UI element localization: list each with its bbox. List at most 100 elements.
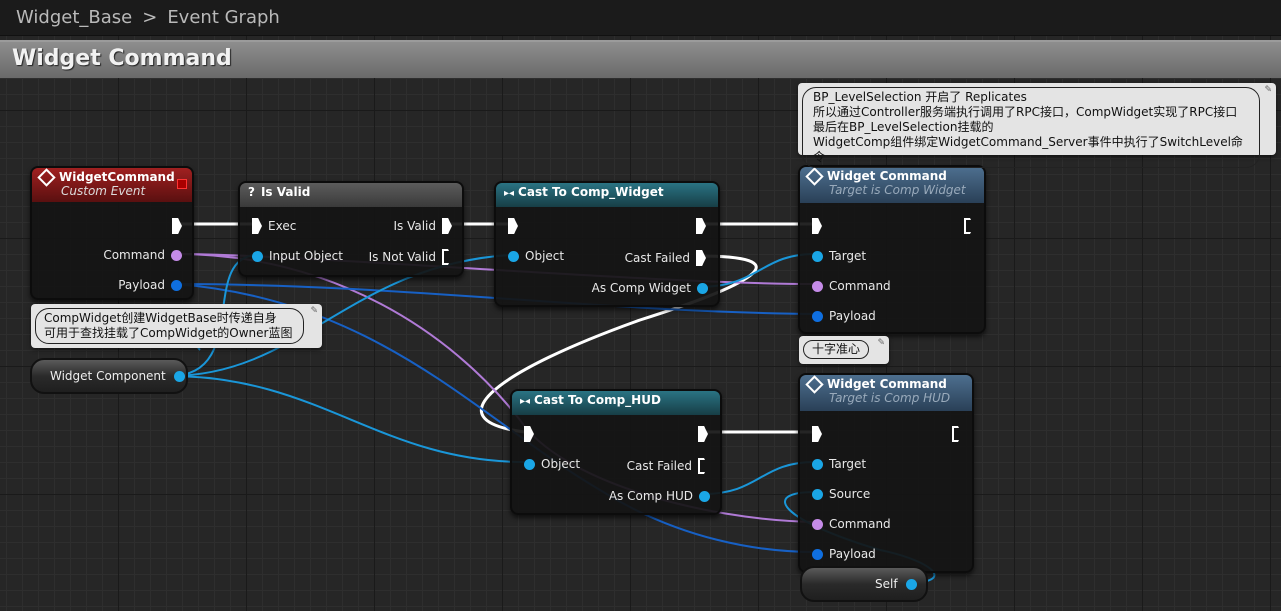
comment-line: 最后在BP_LevelSelection挂载的	[813, 120, 994, 134]
object-pin-icon	[252, 250, 263, 262]
target-pin[interactable]: Target	[812, 457, 866, 471]
exec-icon	[524, 426, 534, 442]
object-pin-icon	[812, 458, 823, 470]
object-pin-icon	[524, 458, 535, 470]
object-pin-icon	[173, 370, 185, 382]
custom-event-node[interactable]: WidgetCommand Custom Event Command Paylo…	[30, 166, 194, 300]
payload-label: Payload	[829, 309, 876, 323]
exec-in-pin[interactable]	[812, 426, 822, 442]
name-pin-icon	[171, 249, 182, 261]
is-valid-node[interactable]: ? Is Valid Exec Input Object Is Valid Is …	[238, 181, 464, 277]
comment-replicates[interactable]: BP_LevelSelection 开启了 Replicates 所以通过Con…	[798, 83, 1276, 168]
object-label: Object	[525, 249, 565, 263]
exec-in-pin[interactable]	[508, 218, 518, 234]
widget-command-call-hud-node[interactable]: Widget Command Target is Comp HUD Target…	[798, 373, 974, 573]
function-icon	[805, 375, 824, 394]
as-comp-widget-label: As Comp Widget	[591, 281, 691, 295]
pin-icon[interactable]: ✎	[877, 338, 885, 348]
exec-icon	[696, 250, 706, 266]
cast-failed-label: Cast Failed	[626, 459, 692, 473]
exec-in-pin[interactable]	[812, 218, 822, 234]
custom-event-subtitle: Custom Event	[61, 184, 146, 198]
cast-failed-pin[interactable]: Cast Failed	[625, 250, 706, 266]
exec-icon	[698, 458, 708, 474]
exec-icon	[442, 249, 452, 265]
is-valid-header: ? Is Valid	[240, 183, 462, 207]
exec-out-pin[interactable]	[172, 218, 182, 234]
object-pin-icon	[812, 250, 823, 262]
object-in-pin[interactable]: Object	[524, 457, 580, 471]
exec-in-pin[interactable]	[524, 426, 534, 442]
source-pin[interactable]: Source	[812, 487, 870, 501]
name-pin-icon	[812, 518, 823, 530]
exec-icon	[952, 426, 962, 442]
exec-icon	[964, 218, 974, 234]
object-pin-icon	[508, 250, 519, 262]
payload-label: Payload	[829, 547, 876, 561]
command-in-pin[interactable]: Command	[812, 517, 891, 531]
exec-icon	[812, 218, 822, 234]
self-getter[interactable]: Self	[800, 566, 928, 602]
widget-command-call-widget-node[interactable]: Widget Command Target is Comp Widget Tar…	[798, 165, 986, 334]
pin-icon[interactable]: ✎	[1264, 85, 1272, 95]
comment-crosshair[interactable]: 十字准心 ✎	[799, 336, 889, 364]
command-label: Command	[829, 279, 891, 293]
exec-out-pin[interactable]	[952, 426, 962, 442]
as-comp-widget-pin[interactable]: As Comp Widget	[592, 281, 708, 295]
object-pin-icon	[812, 488, 823, 500]
call-widget-title: Widget Command	[827, 169, 947, 183]
struct-pin-icon	[812, 548, 823, 560]
comment-line: BP_LevelSelection 开启了 Replicates	[813, 90, 1027, 104]
struct-pin-icon	[171, 279, 182, 291]
exec-icon	[172, 218, 182, 234]
as-comp-hud-pin[interactable]: As Comp HUD	[609, 489, 710, 503]
exec-out-pin[interactable]	[698, 426, 708, 442]
input-object-pin[interactable]: Input Object	[252, 249, 343, 263]
name-pin-icon	[812, 280, 823, 292]
call-hud-subtitle: Target is Comp HUD	[829, 391, 951, 405]
exec-icon	[442, 218, 452, 234]
is-valid-title: Is Valid	[260, 185, 311, 199]
cast-to-comp-hud-node[interactable]: ▸◂ Cast To Comp_HUD Object Cast Failed As…	[510, 389, 722, 515]
pin-icon[interactable]: ✎	[310, 306, 318, 316]
exec-icon	[812, 426, 822, 442]
payload-in-pin[interactable]: Payload	[812, 309, 876, 323]
comment-bubble: 十字准心	[803, 340, 869, 359]
as-comp-hud-label: As Comp HUD	[608, 489, 693, 503]
object-label: Object	[541, 457, 581, 471]
target-pin[interactable]: Target	[812, 249, 866, 263]
object-wire	[169, 375, 526, 463]
command-in-pin[interactable]: Command	[812, 279, 891, 293]
question-icon: ?	[248, 185, 255, 199]
cast-hud-header: ▸◂ Cast To Comp_HUD	[512, 391, 720, 415]
cast-icon: ▸◂	[520, 396, 531, 407]
call-hud-title: Widget Command	[827, 377, 947, 391]
cast-to-comp-widget-node[interactable]: ▸◂ Cast To Comp_Widget Object Cast Failed…	[494, 181, 720, 307]
input-object-label: Input Object	[269, 249, 343, 263]
is-valid-out-pin[interactable]: Is Valid	[393, 218, 452, 234]
object-in-pin[interactable]: Object	[508, 249, 564, 263]
is-not-valid-out-pin[interactable]: Is Not Valid	[369, 249, 452, 265]
source-label: Source	[829, 487, 871, 501]
widget-component-label: Widget Component	[50, 369, 166, 383]
exec-icon	[696, 218, 706, 234]
object-pin-icon	[699, 490, 710, 502]
payload-label: Payload	[118, 278, 165, 292]
command-out-pin[interactable]: Command	[103, 248, 182, 262]
object-pin-icon	[905, 578, 917, 590]
call-widget-header: Widget Command Target is Comp Widget	[800, 167, 984, 203]
cast-icon: ▸◂	[504, 188, 515, 199]
payload-out-pin[interactable]: Payload	[118, 278, 182, 292]
widget-component-getter[interactable]: Widget Component	[30, 358, 188, 394]
exec-out-pin[interactable]	[964, 218, 974, 234]
payload-in-pin[interactable]: Payload	[812, 547, 876, 561]
exec-icon	[508, 218, 518, 234]
exec-label: Exec	[268, 219, 297, 233]
cast-hud-title: Cast To Comp_HUD	[534, 393, 661, 407]
exec-out-pin[interactable]	[696, 218, 706, 234]
comment-compwidget[interactable]: CompWidget创建WidgetBase时传递自身 可用于查找挂载了Comp…	[31, 304, 322, 348]
comment-bubble: CompWidget创建WidgetBase时传递自身 可用于查找挂载了Comp…	[35, 308, 304, 344]
cast-failed-pin[interactable]: Cast Failed	[627, 458, 708, 474]
exec-in-pin[interactable]: Exec	[252, 218, 296, 234]
call-hud-header: Widget Command Target is Comp HUD	[800, 375, 972, 411]
